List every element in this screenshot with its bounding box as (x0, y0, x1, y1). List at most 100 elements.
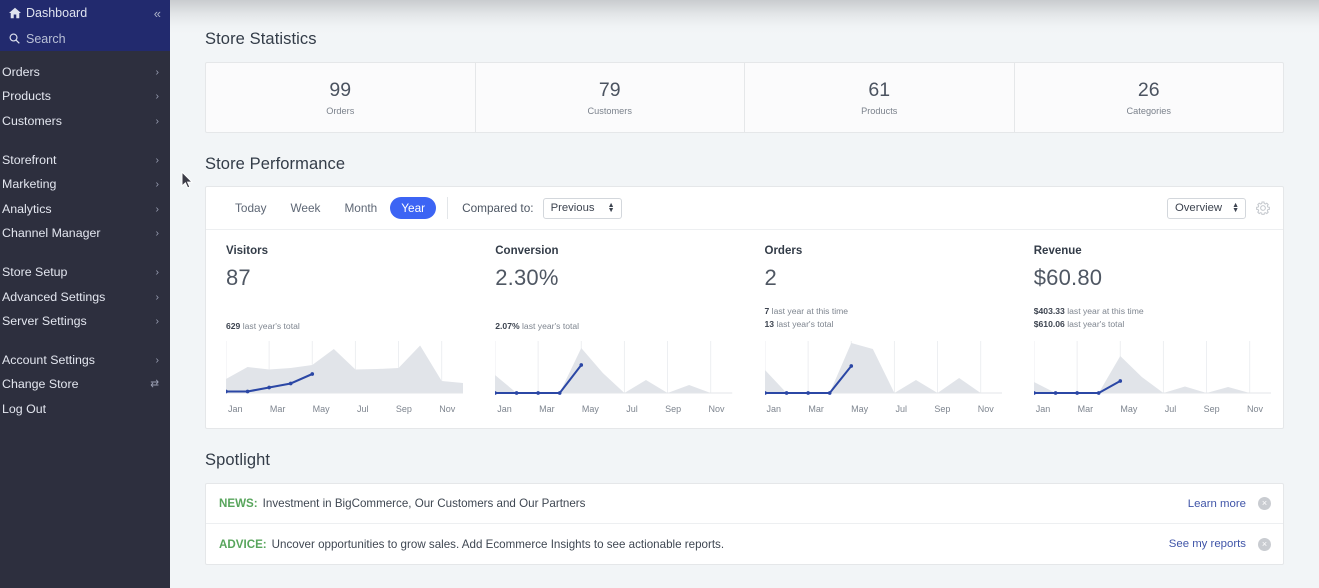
chart-area-lastyear (495, 348, 733, 393)
sidebar-item-storefront[interactable]: Storefront › (0, 148, 170, 172)
search-icon (9, 33, 26, 44)
stat-card-customers[interactable]: 79 Customers (476, 63, 745, 132)
stat-card-categories[interactable]: 26 Categories (1015, 63, 1284, 132)
spotlight-item: NEWS: Investment in BigCommerce, Our Cust… (206, 484, 1283, 524)
stat-card-products[interactable]: 61 Products (745, 63, 1015, 132)
sidebar-item-change-store[interactable]: Change Store ⇄ (0, 372, 170, 396)
sidebar-search[interactable]: Search (0, 26, 170, 51)
chevron-right-icon: › (155, 90, 160, 103)
stat-card-value: 99 (329, 79, 352, 101)
view-select[interactable]: Overview ▲ ▼ (1167, 197, 1246, 219)
axis-tick-label: Nov (708, 404, 725, 414)
compared-to-select[interactable]: Previous ▲ ▼ (542, 197, 622, 219)
axis-tick-label: Sep (665, 404, 682, 414)
chevron-right-icon: › (155, 114, 160, 127)
chart-conversion: Jan Mar May Jul Sep Nov (475, 339, 744, 414)
store-performance-title: Store Performance (205, 155, 346, 173)
sidebar-item-label: Analytics (2, 201, 52, 216)
sidebar-item-label: Storefront (2, 153, 57, 168)
sidebar-item-products[interactable]: Products › (0, 84, 170, 108)
stepper-arrows-icon: ▲ ▼ (1232, 202, 1239, 214)
chart-svg (1033, 341, 1271, 395)
sidebar-item-customers[interactable]: Customers › (0, 109, 170, 133)
axis-tick-label: Jan (1035, 404, 1051, 414)
sidebar-item-dashboard[interactable]: Dashboard « (0, 0, 170, 26)
store-statistics-cards: 99 Orders 79 Customers 61 Products 26 Categorie… (205, 62, 1284, 133)
axis-tick-label: Mar (808, 404, 824, 414)
nav-group-separator (0, 333, 170, 348)
sidebar-item-label: Customers (2, 113, 62, 128)
chart-area-lastyear (1033, 356, 1271, 393)
stat-card-label: Products (861, 106, 898, 116)
stat-card-orders[interactable]: 99 Orders (206, 63, 476, 132)
metric-title: Conversion (495, 245, 559, 257)
compared-to-value: Previous (550, 202, 595, 214)
home-icon (9, 7, 26, 19)
sidebar-dashboard-label: Dashboard (26, 6, 88, 20)
performance-toolbar: Today Week Month Year Compared to: Previous… (206, 187, 1283, 230)
axis-tick-label: May (1120, 404, 1138, 414)
metric-subtext-value: $610.06 (1033, 319, 1065, 329)
axis-tick-label: Sep (934, 404, 951, 414)
axis-tick-label: Mar (269, 404, 286, 414)
chevron-right-icon: › (155, 314, 160, 327)
axis-tick-label: May (581, 404, 599, 414)
spotlight-action-link[interactable]: Learn more (1188, 498, 1246, 510)
range-button-week[interactable]: Week (279, 197, 331, 219)
metric-subtext: 13 last year's total (764, 319, 834, 329)
sidebar-item-advanced-settings[interactable]: Advanced Settings › (0, 284, 170, 308)
sidebar-item-label: Advanced Settings (2, 289, 106, 304)
sidebar-item-label: Account Settings (2, 353, 95, 368)
axis-tick-label: Mar (539, 404, 555, 414)
range-selector: Today Week Month Year (224, 197, 437, 219)
sidebar-item-log-out[interactable]: Log Out (0, 397, 170, 421)
sidebar-item-channel-manager[interactable]: Channel Manager › (0, 221, 170, 245)
range-button-month[interactable]: Month (333, 197, 388, 219)
metric-value: 2.30% (495, 265, 559, 290)
axis-tick-label: May (312, 404, 330, 414)
chart-orders: Jan Mar May Jul Sep Nov (745, 339, 1014, 414)
metric-title: Revenue (1033, 245, 1082, 257)
gear-icon[interactable] (1256, 201, 1270, 215)
sidebar-item-orders[interactable]: Orders › (0, 60, 170, 84)
chart-x-axis: Jan Mar May Jul Sep Nov (765, 401, 1002, 414)
chevron-right-icon: › (155, 290, 160, 303)
swap-icon: ⇄ (150, 378, 159, 391)
sidebar-item-marketing[interactable]: Marketing › (0, 172, 170, 196)
store-statistics-title: Store Statistics (205, 30, 317, 48)
metric-subtext-value: 13 (764, 319, 775, 329)
nav-group-separator (0, 133, 170, 148)
stat-card-label: Categories (1126, 106, 1171, 116)
spotlight-tag: ADVICE: (219, 537, 267, 551)
metric-subtext: $403.33 last year at this time (1033, 306, 1144, 316)
metric-title: Visitors (226, 245, 268, 257)
axis-tick-label: Jul (357, 404, 369, 414)
axis-tick-label: Nov (1246, 404, 1263, 414)
spotlight-action-link[interactable]: See my reports (1169, 538, 1246, 550)
chart-x-axis: Jan Mar May Jul Sep Nov (1034, 401, 1271, 414)
close-icon[interactable]: × (1258, 497, 1271, 510)
axis-tick-label: Jan (766, 404, 782, 414)
sidebar-item-server-settings[interactable]: Server Settings › (0, 309, 170, 333)
sidebar-item-account-settings[interactable]: Account Settings › (0, 348, 170, 372)
performance-charts: Jan Mar May Jul Sep Nov Jan Mar May Jul Sep Nov Jan M… (206, 333, 1283, 428)
close-icon[interactable]: × (1258, 537, 1271, 551)
chart-x-axis: Jan Mar May Jul Sep Nov (495, 401, 732, 414)
metric-subtext: 7 last year at this time (764, 306, 849, 316)
sidebar-item-label: Orders (2, 65, 40, 80)
sidebar: Dashboard « Search Orders › Products › Custo… (0, 0, 170, 588)
chevron-double-left-icon[interactable]: « (154, 6, 161, 21)
sidebar-item-store-setup[interactable]: Store Setup › (0, 260, 170, 284)
spotlight-list: NEWS: Investment in BigCommerce, Our Cust… (205, 483, 1284, 565)
chevron-right-icon: › (155, 202, 160, 215)
sidebar-item-label: Change Store (2, 377, 79, 392)
sidebar-item-label: Marketing (2, 177, 57, 192)
chart-revenue: Jan Mar May Jul Sep Nov (1014, 339, 1283, 414)
range-button-year[interactable]: Year (390, 197, 437, 219)
toolbar-divider (447, 197, 449, 219)
metric-revenue: Revenue $60.80 $403.33 last year at this t… (1014, 245, 1283, 333)
metric-conversion: Conversion 2.30% 2.07% last year's total (475, 245, 744, 333)
range-button-today[interactable]: Today (224, 197, 277, 219)
search-input[interactable]: Search (26, 32, 160, 46)
sidebar-item-analytics[interactable]: Analytics › (0, 196, 170, 220)
